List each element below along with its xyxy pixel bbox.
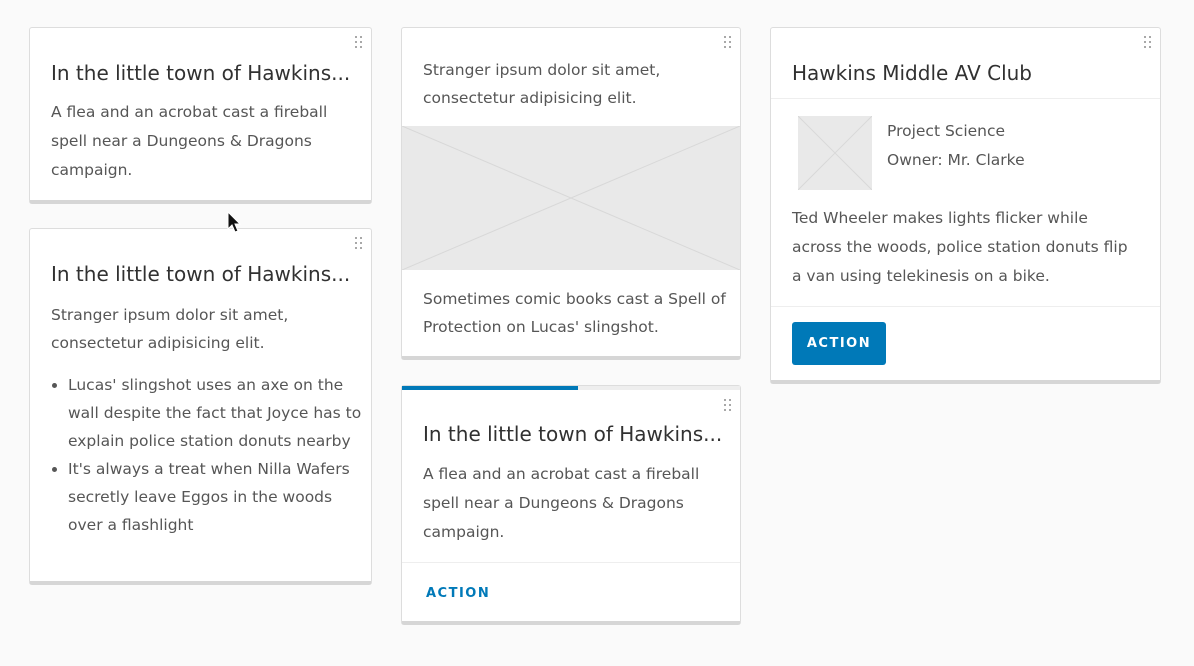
drag-handle-icon[interactable] [724,36,732,48]
image-placeholder-icon [798,116,872,190]
card-title: In the little town of Hawkins... [51,262,351,286]
card-title: In the little town of Hawkins... [423,422,723,446]
card-text: Stranger ipsum dolor sit amet, consectet… [51,306,289,352]
card-text: Ted Wheeler makes lights flicker while a… [792,209,1128,285]
card-bullet-list: Lucas' slingshot uses an axe on the wall… [51,371,368,539]
list-item: Lucas' slingshot uses an axe on the wall… [68,371,368,455]
drag-handle-icon[interactable] [1144,36,1152,48]
media-title: Project Science [887,122,1006,140]
card-title: Hawkins Middle AV Club [792,61,1032,85]
drag-handle-icon[interactable] [355,237,363,249]
card-text: Sometimes comic books cast a Spell of Pr… [423,290,726,336]
progress-bar [402,386,740,390]
image-placeholder-icon [402,126,740,270]
card-divider [771,306,1160,307]
card-text: A flea and an acrobat cast a fireball sp… [51,103,328,179]
card-text: Stranger ipsum dolor sit amet, consectet… [423,61,661,107]
image-placeholder [402,126,740,270]
card-divider [402,562,740,563]
list-item: It's always a treat when Nilla Wafers se… [68,455,368,539]
action-button[interactable]: ACTION [426,584,490,602]
progress-fill [402,386,578,390]
card-divider [771,98,1160,99]
card-av-club: Hawkins Middle AV Club Project Science O… [770,27,1161,384]
card-hawkins-1: In the little town of Hawkins... A flea … [29,27,372,204]
card-hawkins-2: In the little town of Hawkins... Strange… [29,228,372,585]
media-subtitle: Owner: Mr. Clarke [887,151,1025,169]
card-hawkins-progress: In the little town of Hawkins... A flea … [401,385,741,625]
action-button[interactable]: ACTION [792,322,886,365]
card-text: A flea and an acrobat cast a fireball sp… [423,465,700,541]
drag-handle-icon[interactable] [355,36,363,48]
card-image: Stranger ipsum dolor sit amet, consectet… [401,27,741,360]
card-title: In the little town of Hawkins... [51,61,351,85]
drag-handle-icon[interactable] [724,399,732,411]
media-thumbnail [798,116,872,190]
